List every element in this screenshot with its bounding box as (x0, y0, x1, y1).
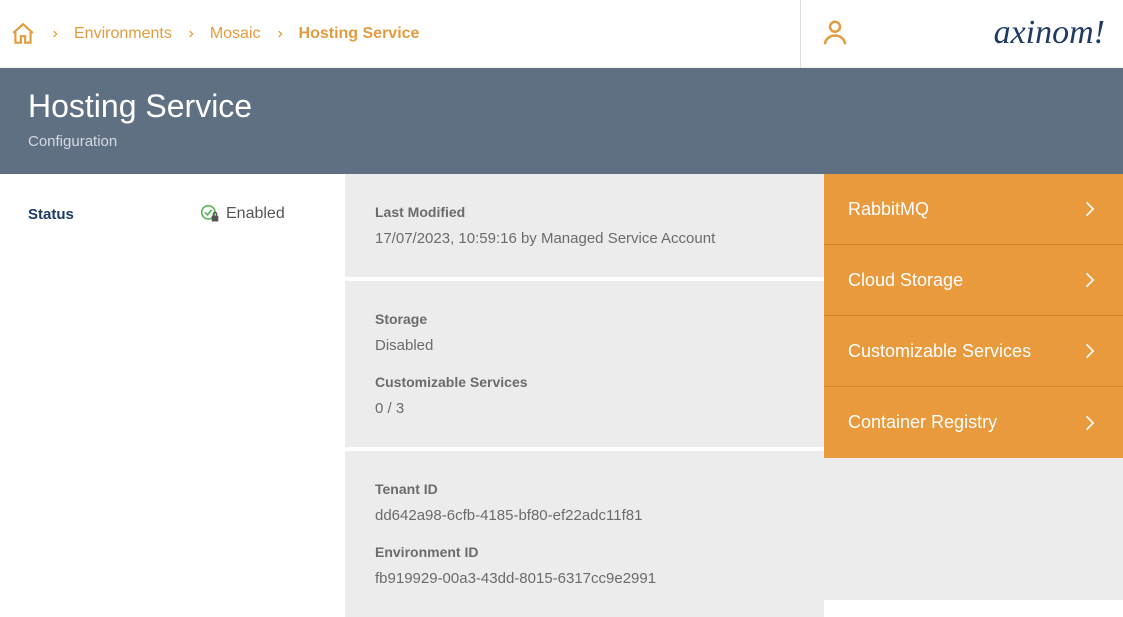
page-subtitle: Configuration (28, 133, 1095, 150)
chevron-right-icon (1079, 339, 1099, 363)
last-modified-value: 17/07/2023, 10:59:16 by Managed Service … (375, 230, 794, 247)
chevron-right-icon (1079, 411, 1099, 435)
nav-item-container-registry[interactable]: Container Registry (824, 387, 1123, 458)
env-id-value: fb919929-00a3-43dd-8015-6317cc9e2991 (375, 570, 794, 587)
panel-storage: Storage Disabled Customizable Services 0… (345, 281, 824, 451)
panel-last-modified: Last Modified 17/07/2023, 10:59:16 by Ma… (345, 174, 824, 281)
page-header: Hosting Service Configuration (0, 68, 1123, 174)
customizable-label: Customizable Services (375, 374, 794, 390)
env-id-label: Environment ID (375, 544, 794, 560)
chevron-right-icon (1079, 268, 1099, 292)
nav-item-rabbitmq[interactable]: RabbitMQ (824, 174, 1123, 245)
left-column: Status Enabled (0, 174, 345, 600)
status-label: Status (28, 206, 188, 223)
divider (800, 0, 801, 68)
breadcrumb-current: Hosting Service (299, 25, 420, 43)
storage-label: Storage (375, 311, 794, 327)
status-value: Enabled (200, 204, 285, 224)
nav-label: RabbitMQ (848, 199, 929, 220)
status-text: Enabled (226, 205, 285, 223)
nav-label: Cloud Storage (848, 270, 963, 291)
topbar: Environments Mosaic Hosting Service axin… (0, 0, 1123, 68)
last-modified-label: Last Modified (375, 204, 794, 220)
status-row: Status Enabled (28, 204, 317, 224)
right-nav: RabbitMQ Cloud Storage Customizable Serv… (824, 174, 1123, 600)
check-lock-icon (200, 204, 220, 224)
breadcrumb: Environments Mosaic Hosting Service (10, 21, 419, 47)
page-title: Hosting Service (28, 88, 1095, 125)
tenant-id-value: dd642a98-6cfb-4185-bf80-ef22adc11f81 (375, 507, 794, 524)
nav-label: Container Registry (848, 412, 997, 433)
nav-label: Customizable Services (848, 341, 1031, 362)
storage-value: Disabled (375, 337, 794, 354)
user-icon[interactable] (820, 16, 850, 55)
chevron-right-icon (1079, 197, 1099, 221)
breadcrumb-environments[interactable]: Environments (74, 25, 172, 43)
chevron-right-icon (50, 29, 60, 39)
chevron-right-icon (275, 29, 285, 39)
brand-logo: axinom! (994, 14, 1105, 52)
tenant-id-label: Tenant ID (375, 481, 794, 497)
nav-item-cloud-storage[interactable]: Cloud Storage (824, 245, 1123, 316)
customizable-value: 0 / 3 (375, 400, 794, 417)
panel-ids: Tenant ID dd642a98-6cfb-4185-bf80-ef22ad… (345, 451, 824, 617)
details-column: Last Modified 17/07/2023, 10:59:16 by Ma… (345, 174, 824, 600)
nav-item-customizable-services[interactable]: Customizable Services (824, 316, 1123, 387)
breadcrumb-mosaic[interactable]: Mosaic (210, 25, 261, 43)
home-icon[interactable] (10, 21, 36, 47)
chevron-right-icon (186, 29, 196, 39)
